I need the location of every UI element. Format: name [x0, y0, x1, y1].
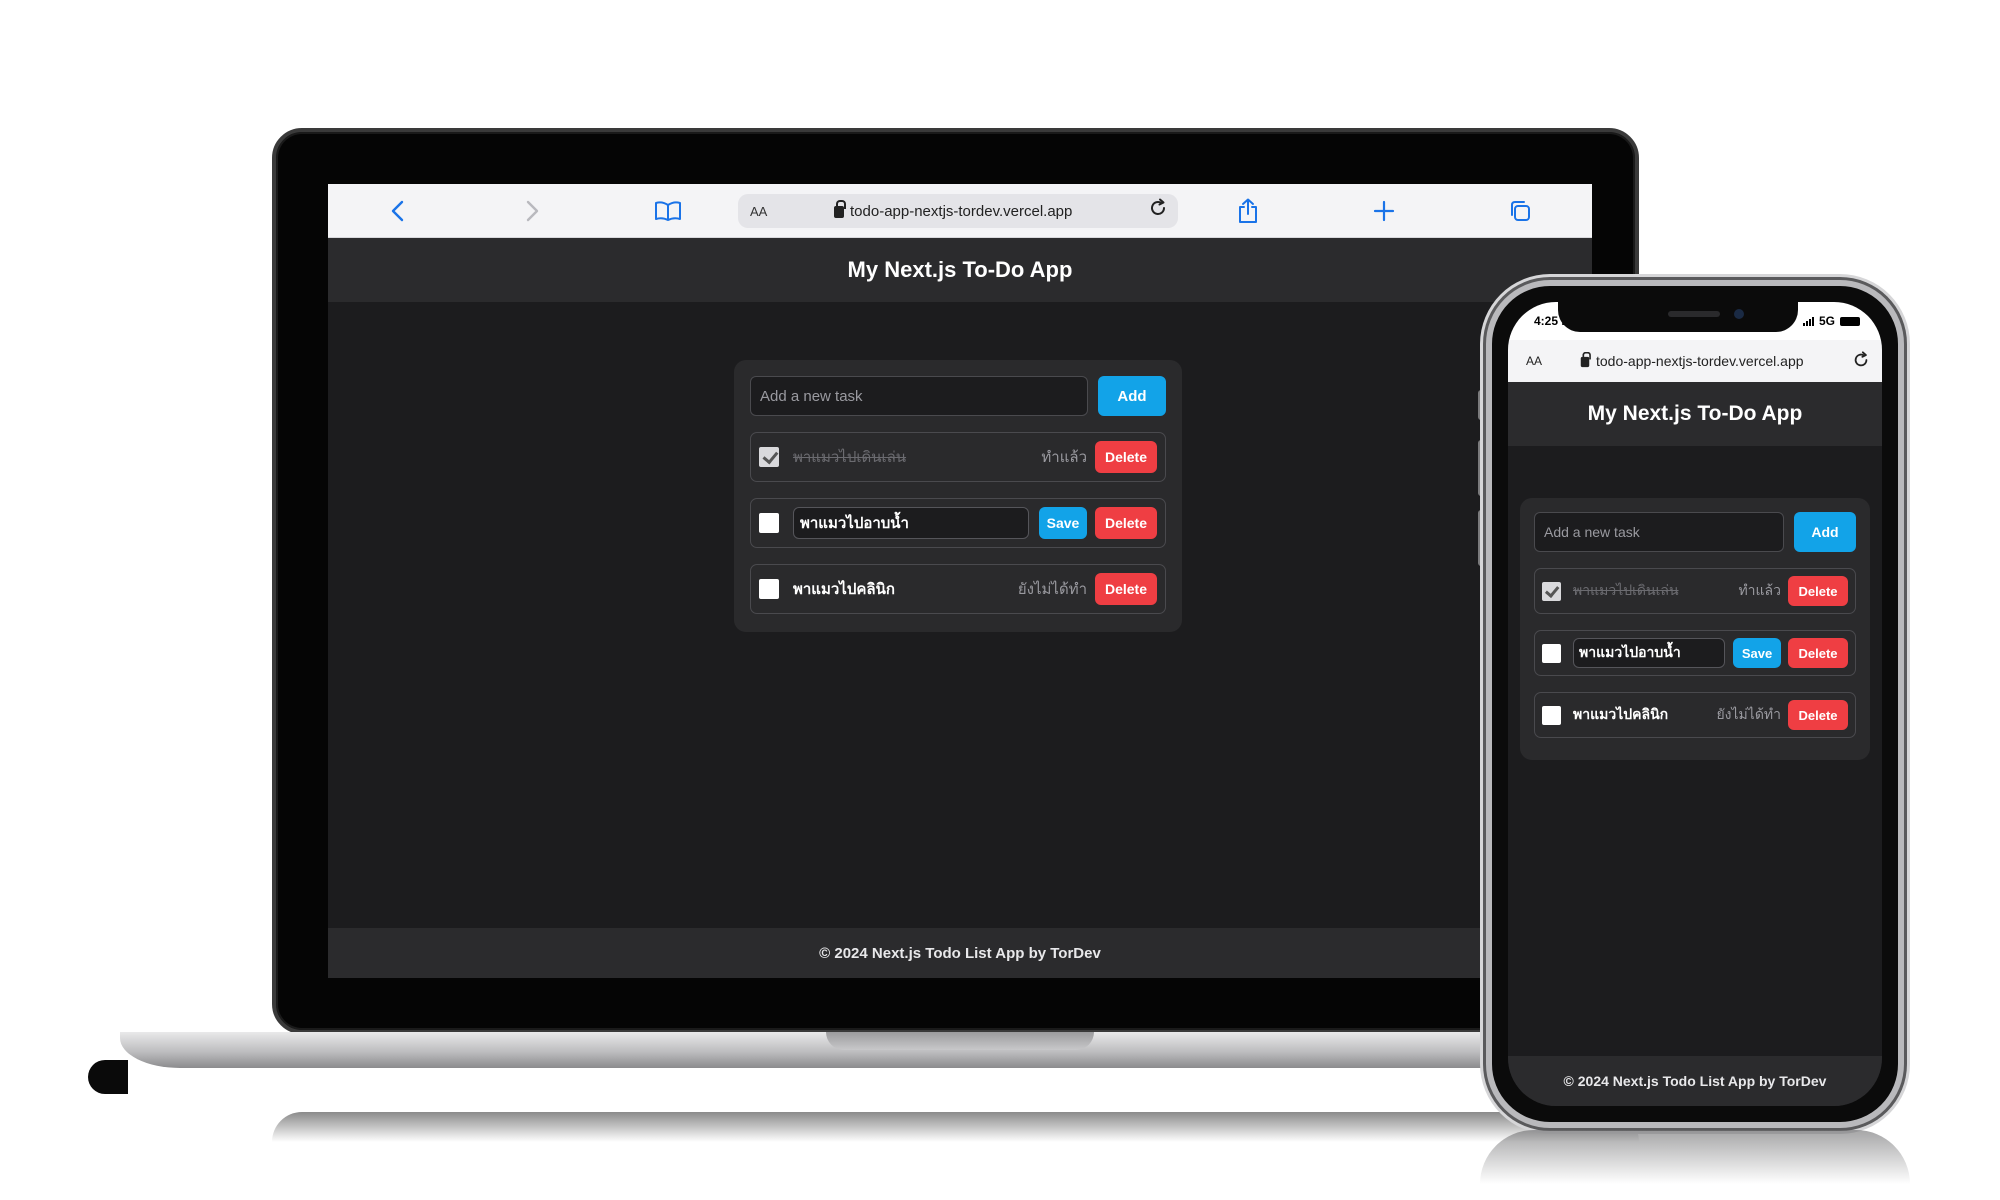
task-checkbox[interactable] [759, 513, 779, 533]
delete-button[interactable]: Delete [1095, 507, 1157, 539]
lock-icon [1580, 351, 1591, 368]
add-button[interactable]: Add [1794, 512, 1856, 552]
browser-toolbar: AA todo-app-nextjs-tordev.vercel.app [328, 184, 1592, 238]
back-icon[interactable] [378, 184, 418, 238]
new-tab-icon[interactable] [1364, 184, 1404, 238]
edit-task-input[interactable]: พาแมวไปอาบน้ำ [793, 507, 1029, 539]
reload-icon[interactable] [1148, 198, 1168, 224]
page-title: My Next.js To-Do App [1587, 402, 1803, 425]
task-status: ทำแล้ว [1041, 449, 1087, 466]
reload-icon[interactable] [1852, 351, 1870, 372]
edit-task-input[interactable]: พาแมวไปอาบน้ำ [1573, 638, 1725, 668]
task-item: พาแมวไปคลินิก ยังไม่ได้ทำ Delete [1534, 692, 1856, 738]
app-header: My Next.js To-Do App [328, 238, 1592, 302]
forward-icon[interactable] [512, 184, 552, 238]
app-footer: © 2024 Next.js Todo List App by TorDev [328, 928, 1592, 978]
address-bar[interactable]: AA todo-app-nextjs-tordev.vercel.app [1508, 340, 1882, 382]
task-item: พาแมวไปคลินิก ยังไม่ได้ทำ Delete [750, 564, 1166, 614]
laptop-base-edge [88, 1060, 128, 1094]
task-text[interactable]: พาแมวไปเดินเล่น [793, 445, 1041, 469]
add-button[interactable]: Add [1098, 376, 1166, 416]
task-item-editing: พาแมวไปอาบน้ำ Save Delete [1534, 630, 1856, 676]
task-text[interactable]: พาแมวไปคลินิก [793, 577, 1018, 601]
address-bar[interactable]: AA todo-app-nextjs-tordev.vercel.app [738, 194, 1178, 228]
tabs-icon[interactable] [1500, 184, 1540, 238]
task-status: ยังไม่ได้ทำ [1716, 706, 1781, 722]
share-icon[interactable] [1228, 184, 1268, 238]
phone-speaker [1668, 311, 1720, 317]
todo-card: Add a new task Add พาแมวไปเดินเล่น ทำแล้… [1520, 498, 1870, 760]
task-checkbox[interactable] [1542, 643, 1561, 663]
signal-icon [1802, 316, 1814, 326]
new-task-input[interactable]: Add a new task [1534, 512, 1784, 552]
phone-mute-switch [1478, 390, 1484, 420]
app-header: My Next.js To-Do App [1508, 382, 1882, 446]
task-text[interactable]: พาแมวไปคลินิก [1573, 704, 1716, 726]
laptop-reflection [272, 1112, 1639, 1142]
phone-reflection [1480, 1130, 1910, 1184]
delete-button[interactable]: Delete [1788, 638, 1848, 668]
delete-button[interactable]: Delete [1095, 573, 1157, 605]
app-footer: © 2024 Next.js Todo List App by TorDev [1508, 1056, 1882, 1106]
url-text: todo-app-nextjs-tordev.vercel.app [1596, 353, 1804, 369]
delete-button[interactable]: Delete [1095, 441, 1157, 473]
task-item: พาแมวไปเดินเล่น ทำแล้ว Delete [1534, 568, 1856, 614]
laptop-opening-notch [826, 1032, 1094, 1050]
phone-screen: 4:25 PM 5G AA todo-app-nextjs-tordev.ver… [1508, 302, 1882, 1106]
task-item-editing: พาแมวไปอาบน้ำ Save Delete [750, 498, 1166, 548]
save-button[interactable]: Save [1733, 638, 1781, 668]
task-checkbox[interactable] [759, 447, 779, 467]
task-status: ยังไม่ได้ทำ [1017, 581, 1087, 598]
task-status: ทำแล้ว [1738, 582, 1781, 598]
bookmarks-icon[interactable] [648, 184, 688, 238]
text-size-button[interactable]: AA [1526, 354, 1542, 368]
url-text: todo-app-nextjs-tordev.vercel.app [850, 202, 1073, 220]
footer-text: © 2024 Next.js Todo List App by TorDev [819, 944, 1101, 962]
new-task-input[interactable]: Add a new task [750, 376, 1088, 416]
task-item: พาแมวไปเดินเล่น ทำแล้ว Delete [750, 432, 1166, 482]
task-checkbox[interactable] [1542, 581, 1561, 601]
battery-icon [1840, 316, 1860, 326]
delete-button[interactable]: Delete [1788, 576, 1848, 606]
footer-text: © 2024 Next.js Todo List App by TorDev [1563, 1073, 1827, 1089]
phone-power-button [1904, 470, 1910, 560]
text-size-button[interactable]: AA [750, 204, 767, 219]
task-text[interactable]: พาแมวไปเดินเล่น [1573, 580, 1738, 602]
phone-camera [1734, 309, 1744, 319]
todo-card: Add a new task Add พาแมวไปเดินเล่น ทำแล้… [734, 360, 1182, 632]
network-label: 5G [1818, 314, 1835, 328]
phone-volume-down [1478, 510, 1484, 566]
add-task-row: Add a new task Add [750, 376, 1166, 416]
add-task-row: Add a new task Add [1534, 512, 1856, 552]
lock-icon [834, 200, 846, 218]
page-title: My Next.js To-Do App [847, 257, 1073, 282]
phone-volume-up [1478, 440, 1484, 496]
delete-button[interactable]: Delete [1788, 700, 1848, 730]
save-button[interactable]: Save [1039, 507, 1087, 539]
task-checkbox[interactable] [759, 579, 779, 599]
task-checkbox[interactable] [1542, 705, 1561, 725]
laptop-screen: AA todo-app-nextjs-tordev.vercel.app My … [328, 184, 1592, 978]
